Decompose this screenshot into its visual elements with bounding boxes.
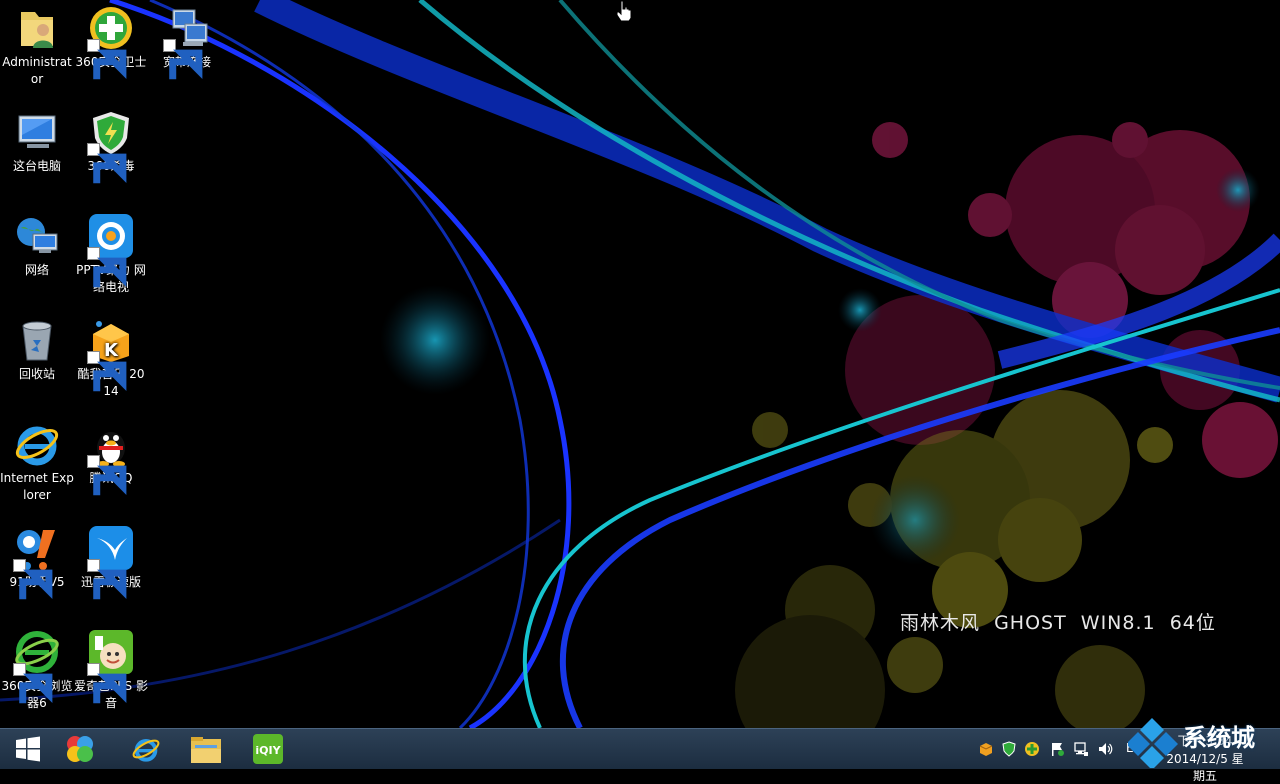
taskbar-pinned-app-color-ball[interactable] [52, 729, 108, 769]
desktop-icon-91[interactable]: 91助手V5 [0, 520, 74, 600]
desktop-icon-360-safeguard[interactable]: 360安全卫士 [74, 0, 148, 80]
shortcut-arrow-icon [87, 663, 127, 704]
qq-penguin-icon [87, 420, 135, 496]
desktop-icon-qq[interactable]: 腾讯QQ [74, 416, 148, 496]
tray-plus[interactable] [1024, 741, 1040, 757]
desktop-icon-network[interactable]: 网络 [0, 208, 74, 279]
desktop-icon-recycle-bin[interactable]: 回收站 [0, 312, 74, 383]
file-explorer-icon [191, 737, 221, 763]
start-button[interactable] [0, 729, 56, 769]
desktop-icon-pptv[interactable]: PPTV聚力 网络电视 [74, 208, 148, 296]
desktop-icon-administrator[interactable]: Administrator [0, 0, 74, 88]
desktop-icon-label: Administrator [2, 55, 72, 86]
shortcut-arrow-icon [87, 351, 127, 392]
hand-cursor-icon [616, 0, 632, 22]
desktop-icon-broadband[interactable]: 宽带连接 [150, 0, 224, 80]
iqiyi-pps-icon [87, 628, 135, 704]
iqiyi-icon: iQIY [253, 734, 283, 764]
desktop-icon-kuwo[interactable]: K 酷我音乐 2014 [74, 312, 148, 400]
internet-explorer-icon [132, 739, 160, 762]
desktop-icon-iqiyi[interactable]: 爱奇艺PPS 影音 [74, 624, 148, 712]
shortcut-arrow-icon [13, 663, 53, 704]
taskbar-pinned-ie[interactable] [118, 729, 174, 769]
shortcut-arrow-icon [87, 455, 127, 496]
desktop-icon-360-antivirus[interactable]: 360杀毒 [74, 104, 148, 184]
svg-text:iQIY: iQIY [255, 744, 281, 757]
volume-icon [1099, 743, 1113, 755]
desktop-icon-label: 这台电脑 [12, 159, 61, 173]
tray-box[interactable] [978, 741, 994, 757]
recycle-bin-icon [13, 316, 61, 364]
shield-tray-icon [1002, 741, 1016, 757]
91-assistant-icon [13, 524, 61, 600]
flag-tray-icon [1052, 743, 1064, 756]
xunlei-bird-icon [87, 524, 135, 600]
desktop-icon-this-pc[interactable]: 这台电脑 [0, 104, 74, 175]
internet-explorer-icon [13, 420, 61, 468]
pptv-icon [87, 212, 135, 288]
taskbar-pinned-iqiyi[interactable]: iQIY [240, 729, 296, 769]
network-globe-icon [13, 212, 61, 260]
shortcut-arrow-icon [87, 559, 127, 600]
tray-shield[interactable] [1001, 741, 1017, 757]
computer-icon [13, 108, 61, 156]
360-safeguard-icon [87, 4, 135, 80]
desktop-icon-ie[interactable]: Internet Explorer [0, 416, 74, 504]
windows-start-icon [16, 736, 40, 762]
shortcut-arrow-icon [87, 143, 127, 184]
folder-user-icon [13, 4, 61, 52]
wallpaper-caption: 雨林木风 GHOST WIN8.1 64位 [900, 612, 1216, 634]
desktop-icon-label: Internet Explorer [0, 471, 74, 502]
shortcut-arrow-icon [87, 247, 127, 288]
tray-volume[interactable] [1097, 741, 1113, 757]
network-connection-icon [163, 4, 211, 80]
tray-flag[interactable] [1049, 741, 1065, 757]
taskbar-pinned-file-explorer[interactable] [178, 729, 234, 769]
taskbar: iQIY EN 下午 3:34 2014/12/5 星期五 [0, 728, 1280, 783]
desktop-icon-label: 回收站 [18, 367, 55, 381]
desktop-icon-xunlei[interactable]: 迅雷极速版 [74, 520, 148, 600]
shortcut-arrow-icon [87, 39, 127, 80]
plus-tray-icon [1025, 742, 1039, 756]
desktop-icon-label: 网络 [24, 263, 49, 277]
shortcut-arrow-icon [163, 39, 203, 80]
360-browser-icon [13, 628, 61, 704]
box-tray-icon [979, 743, 993, 756]
desktop-icon-360-browser[interactable]: 360安全浏览器6 [0, 624, 74, 712]
network-tray-icon [1074, 742, 1088, 756]
tray-network[interactable] [1073, 741, 1089, 757]
watermark-text: 系统城 [1183, 724, 1255, 752]
shortcut-arrow-icon [13, 559, 53, 600]
color-ball-app-icon [67, 736, 93, 762]
360-antivirus-icon [87, 108, 135, 184]
kuwo-music-icon: K [87, 316, 135, 392]
